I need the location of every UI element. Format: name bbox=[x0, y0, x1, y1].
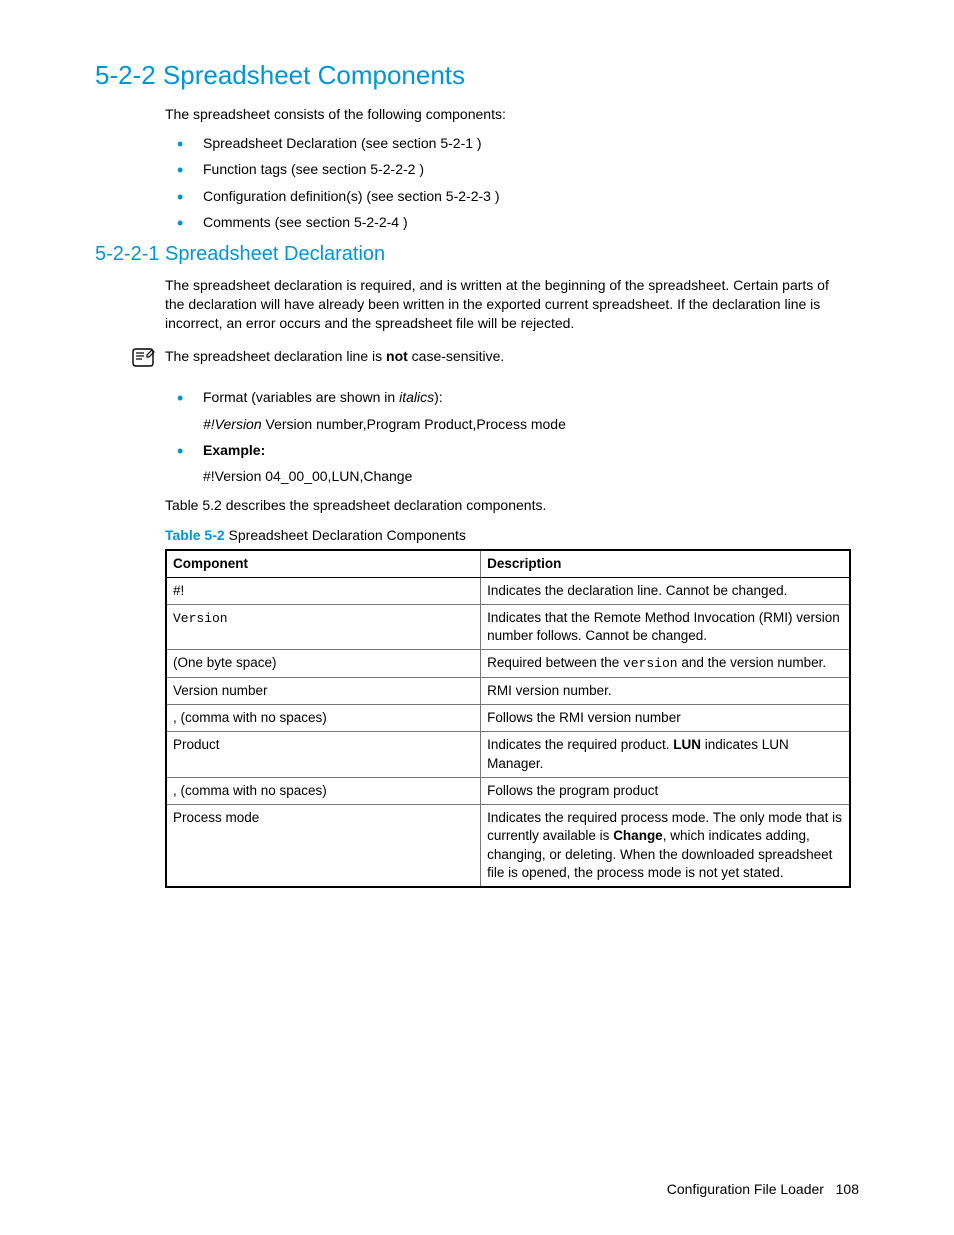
component-list: Spreadsheet Declaration (see section 5-2… bbox=[165, 132, 851, 234]
table-caption: Table 5-2 Spreadsheet Declaration Compon… bbox=[165, 527, 851, 543]
table-row: Version number RMI version number. bbox=[166, 678, 850, 705]
table-row: Version Indicates that the Remote Method… bbox=[166, 605, 850, 650]
subsection-heading: 5-2-2-1 Spreadsheet Declaration bbox=[95, 243, 859, 266]
list-item: Comments (see section 5-2-2-4 ) bbox=[203, 211, 851, 233]
example-line: #!Version 04_00_00,LUN,Change bbox=[203, 465, 851, 487]
list-item: Spreadsheet Declaration (see section 5-2… bbox=[203, 132, 851, 154]
table-row: Process mode Indicates the required proc… bbox=[166, 805, 850, 887]
page-footer: Configuration File Loader 108 bbox=[667, 1181, 859, 1197]
note-block: The spreadsheet declaration line is not … bbox=[95, 347, 859, 372]
format-list: Format (variables are shown in italics):… bbox=[165, 386, 851, 488]
table-row: (One byte space) Required between the ve… bbox=[166, 650, 850, 678]
table-header: Description bbox=[481, 550, 850, 578]
table-row: , (comma with no spaces) Follows the RMI… bbox=[166, 705, 850, 732]
declaration-para: The spreadsheet declaration is required,… bbox=[165, 276, 851, 333]
list-item: Example: #!Version 04_00_00,LUN,Change bbox=[203, 439, 851, 488]
format-line-var: #!Version bbox=[203, 416, 262, 432]
note-text: The spreadsheet declaration line is not … bbox=[165, 347, 859, 366]
section-heading: 5-2-2 Spreadsheet Components bbox=[95, 60, 859, 91]
list-item: Format (variables are shown in italics):… bbox=[203, 386, 851, 435]
list-item: Configuration definition(s) (see section… bbox=[203, 185, 851, 207]
format-line-rest: Version number,Program Product,Process m… bbox=[262, 416, 566, 432]
table-header: Component bbox=[166, 550, 481, 578]
list-item: Function tags (see section 5-2-2-2 ) bbox=[203, 158, 851, 180]
table-row: Product Indicates the required product. … bbox=[166, 732, 850, 777]
table-row: , (comma with no spaces) Follows the pro… bbox=[166, 777, 850, 804]
declaration-table: Component Description #! Indicates the d… bbox=[165, 549, 851, 888]
table-intro: Table 5.2 describes the spreadsheet decl… bbox=[165, 496, 851, 515]
note-icon bbox=[131, 347, 159, 372]
table-row: #! Indicates the declaration line. Canno… bbox=[166, 577, 850, 604]
intro-text: The spreadsheet consists of the followin… bbox=[165, 105, 851, 124]
